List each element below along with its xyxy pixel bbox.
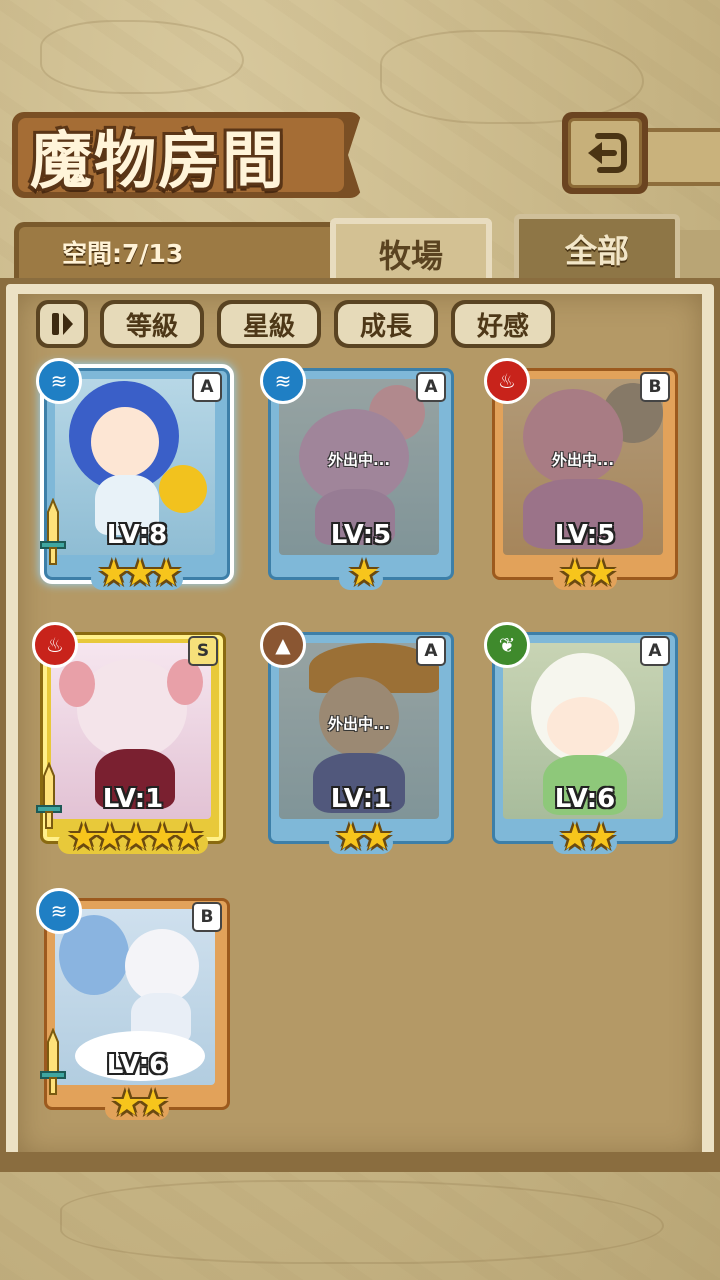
back-arrow-icon bbox=[588, 133, 627, 173]
filter-label: 成長 bbox=[338, 304, 434, 344]
water-element-icon: ≋ bbox=[36, 888, 82, 934]
filter-growth-button[interactable]: 成長 bbox=[334, 300, 438, 348]
monster-card[interactable]: 外出中... ♨ B LV:5 ★★ bbox=[484, 358, 678, 596]
star-rating: ★★★★★ bbox=[67, 817, 204, 858]
monster-card[interactable]: ≋ A LV:8 ★★★ bbox=[36, 358, 230, 596]
tab-rail bbox=[680, 230, 720, 282]
rank-badge: B bbox=[192, 902, 222, 932]
filter-star-button[interactable]: 星級 bbox=[217, 300, 321, 348]
rank-badge: S bbox=[188, 636, 218, 666]
star-rating: ★★ bbox=[334, 817, 394, 858]
star-rating: ★★ bbox=[110, 1083, 170, 1124]
rank-badge: A bbox=[416, 636, 446, 666]
monster-card[interactable]: ❦ A LV:6 ★★ bbox=[484, 622, 678, 860]
wood-element-icon: ❦ bbox=[484, 622, 530, 668]
sort-toggle-icon bbox=[52, 313, 73, 335]
rank-badge: B bbox=[640, 372, 670, 402]
filter-level-button[interactable]: 等級 bbox=[100, 300, 204, 348]
star-rating: ★★★ bbox=[97, 553, 183, 594]
level-label: LV:5 bbox=[330, 520, 392, 550]
water-element-icon: ≋ bbox=[260, 358, 306, 404]
fire-element-icon: ♨ bbox=[484, 358, 530, 404]
monster-card[interactable]: 外出中... ▲ A LV:1 ★★ bbox=[260, 622, 454, 860]
star-rating: ★★ bbox=[558, 553, 618, 594]
rank-badge: A bbox=[640, 636, 670, 666]
filter-label: 好感 bbox=[455, 304, 551, 344]
rank-badge: A bbox=[192, 372, 222, 402]
back-button[interactable] bbox=[562, 112, 648, 194]
filter-affection-button[interactable]: 好感 bbox=[451, 300, 555, 348]
tab-farm[interactable]: 牧場 bbox=[330, 218, 492, 284]
away-status: 外出中... bbox=[327, 715, 391, 733]
back-rail bbox=[640, 128, 720, 186]
fire-element-icon: ♨ bbox=[32, 622, 78, 668]
tab-all[interactable]: 全部 bbox=[514, 214, 680, 278]
monster-card[interactable]: 外出中... ≋ A LV:5 ★ bbox=[260, 358, 454, 596]
filter-label: 等級 bbox=[104, 304, 200, 344]
level-label: LV:8 bbox=[106, 520, 168, 550]
level-label: LV:1 bbox=[330, 784, 392, 814]
earth-element-icon: ▲ bbox=[260, 622, 306, 668]
level-label: LV:6 bbox=[554, 784, 616, 814]
level-label: LV:1 bbox=[102, 784, 164, 814]
star-rating: ★ bbox=[347, 553, 380, 594]
space-count: 空間:7/13 bbox=[62, 239, 184, 268]
filter-label: 星級 bbox=[221, 304, 317, 344]
sort-order-button[interactable] bbox=[36, 300, 88, 348]
level-label: LV:5 bbox=[554, 520, 616, 550]
monster-card[interactable]: ≋ B LV:6 ★★ bbox=[36, 888, 230, 1126]
away-status: 外出中... bbox=[551, 451, 615, 469]
star-rating: ★★ bbox=[558, 817, 618, 858]
water-element-icon: ≋ bbox=[36, 358, 82, 404]
panel-bottom bbox=[0, 1152, 720, 1172]
rank-badge: A bbox=[416, 372, 446, 402]
level-label: LV:6 bbox=[106, 1050, 168, 1080]
monster-card[interactable]: ♨ S LV:1 ★★★★★ bbox=[32, 622, 226, 860]
away-status: 外出中... bbox=[327, 451, 391, 469]
page-title: 魔物房間 bbox=[30, 124, 287, 197]
